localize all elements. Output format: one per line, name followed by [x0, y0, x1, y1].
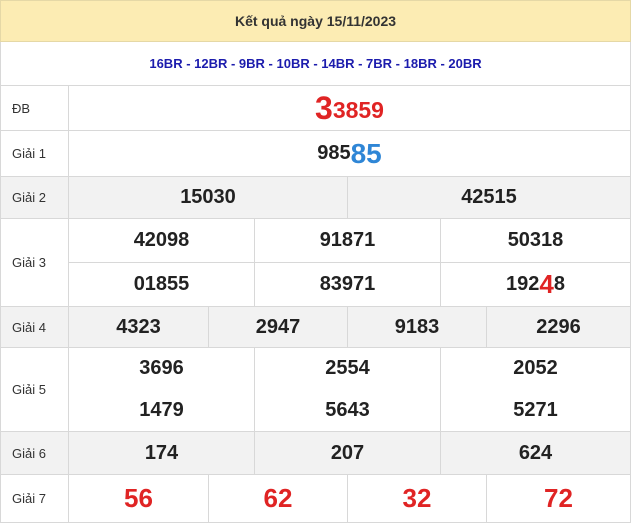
draw-codes-row: 16BR - 12BR - 9BR - 10BR - 14BR - 7BR - … [0, 42, 631, 86]
prize-3-number-6-tail: 8 [553, 273, 565, 295]
prize-3-number-4: 01855 [133, 273, 190, 295]
lottery-results-board: Kết quả ngày 15/11/2023 16BR - 12BR - 9B… [0, 0, 631, 530]
prize-5-row: Giải 5 3696 2554 2052 1479 5643 5271 [0, 348, 631, 432]
prize-3-number-2: 91871 [319, 229, 376, 251]
prize-3-number-5: 83971 [319, 273, 376, 295]
prize-6-number-1: 174 [144, 441, 179, 464]
prize-3-number-3: 50318 [507, 229, 564, 251]
prize-6-row: Giải 6 174 207 624 [0, 432, 631, 475]
prize-3-number-6: 192 4 8 [441, 263, 630, 306]
prize-4-number-2: 2947 [255, 315, 301, 338]
prize-5-number-3: 2052 [513, 357, 558, 379]
special-prize-lead-digit: 3 [315, 89, 333, 126]
prize-6-number-3: 624 [518, 441, 553, 464]
prize-7-number-4: 72 [544, 483, 573, 513]
prize-7-number-2: 62 [263, 483, 293, 513]
prize-2-label: Giải 2 [1, 177, 69, 218]
prize-5-number-2: 2554 [325, 357, 370, 379]
prize-1-number: 985 85 [69, 131, 630, 176]
special-prize-row: ĐB 3 3859 [0, 86, 631, 131]
results-date-title: Kết quả ngày 15/11/2023 [234, 13, 397, 29]
prize-4-number-4: 2296 [536, 315, 581, 338]
prize-2-number-2: 42515 [461, 186, 517, 208]
special-prize-label: ĐB [1, 86, 69, 130]
draw-codes-text: 16BR - 12BR - 9BR - 10BR - 14BR - 7BR - … [149, 56, 482, 71]
prize-7-label: Giải 7 [1, 475, 69, 522]
prize-4-row: Giải 4 4323 2947 9183 2296 [0, 307, 631, 348]
prize-7-number-1: 56 [124, 483, 153, 513]
prize-7-number-3: 32 [402, 483, 432, 513]
results-date-header: Kết quả ngày 15/11/2023 [0, 0, 631, 42]
prize-3-number-6-red-digit: 4 [539, 269, 554, 299]
prize-7-row: Giải 7 56 62 32 72 [0, 475, 631, 523]
prize-1-label: Giải 1 [1, 131, 69, 176]
special-prize-tail-digits: 3859 [332, 96, 384, 123]
prize-5-number-1: 3696 [139, 357, 184, 379]
prize-2-number-1: 15030 [180, 186, 236, 208]
prize-5-number-5: 5643 [325, 398, 370, 421]
prize-4-number-3: 9183 [394, 315, 440, 338]
prize-4-label: Giải 4 [1, 307, 69, 347]
prize-3-number-1: 42098 [133, 229, 190, 251]
prize-3-number-6-lead: 192 [506, 273, 540, 295]
special-prize-number: 3 3859 [69, 86, 630, 130]
prize-5-number-4: 1479 [139, 398, 184, 421]
prize-1-row: Giải 1 985 85 [0, 131, 631, 177]
prize-1-tail-digits: 85 [350, 137, 382, 169]
prize-5-number-6: 5271 [513, 398, 558, 421]
prize-5-label: Giải 5 [1, 348, 69, 431]
prize-1-lead-digits: 985 [317, 142, 351, 164]
prize-2-row: Giải 2 15030 42515 [0, 177, 631, 219]
prize-6-label: Giải 6 [1, 432, 69, 474]
prize-4-number-1: 4323 [116, 315, 161, 338]
prize-3-row: Giải 3 42098 91871 50318 01855 83971 192… [0, 219, 631, 307]
prize-3-label: Giải 3 [1, 219, 69, 306]
prize-6-number-2: 207 [330, 441, 365, 464]
